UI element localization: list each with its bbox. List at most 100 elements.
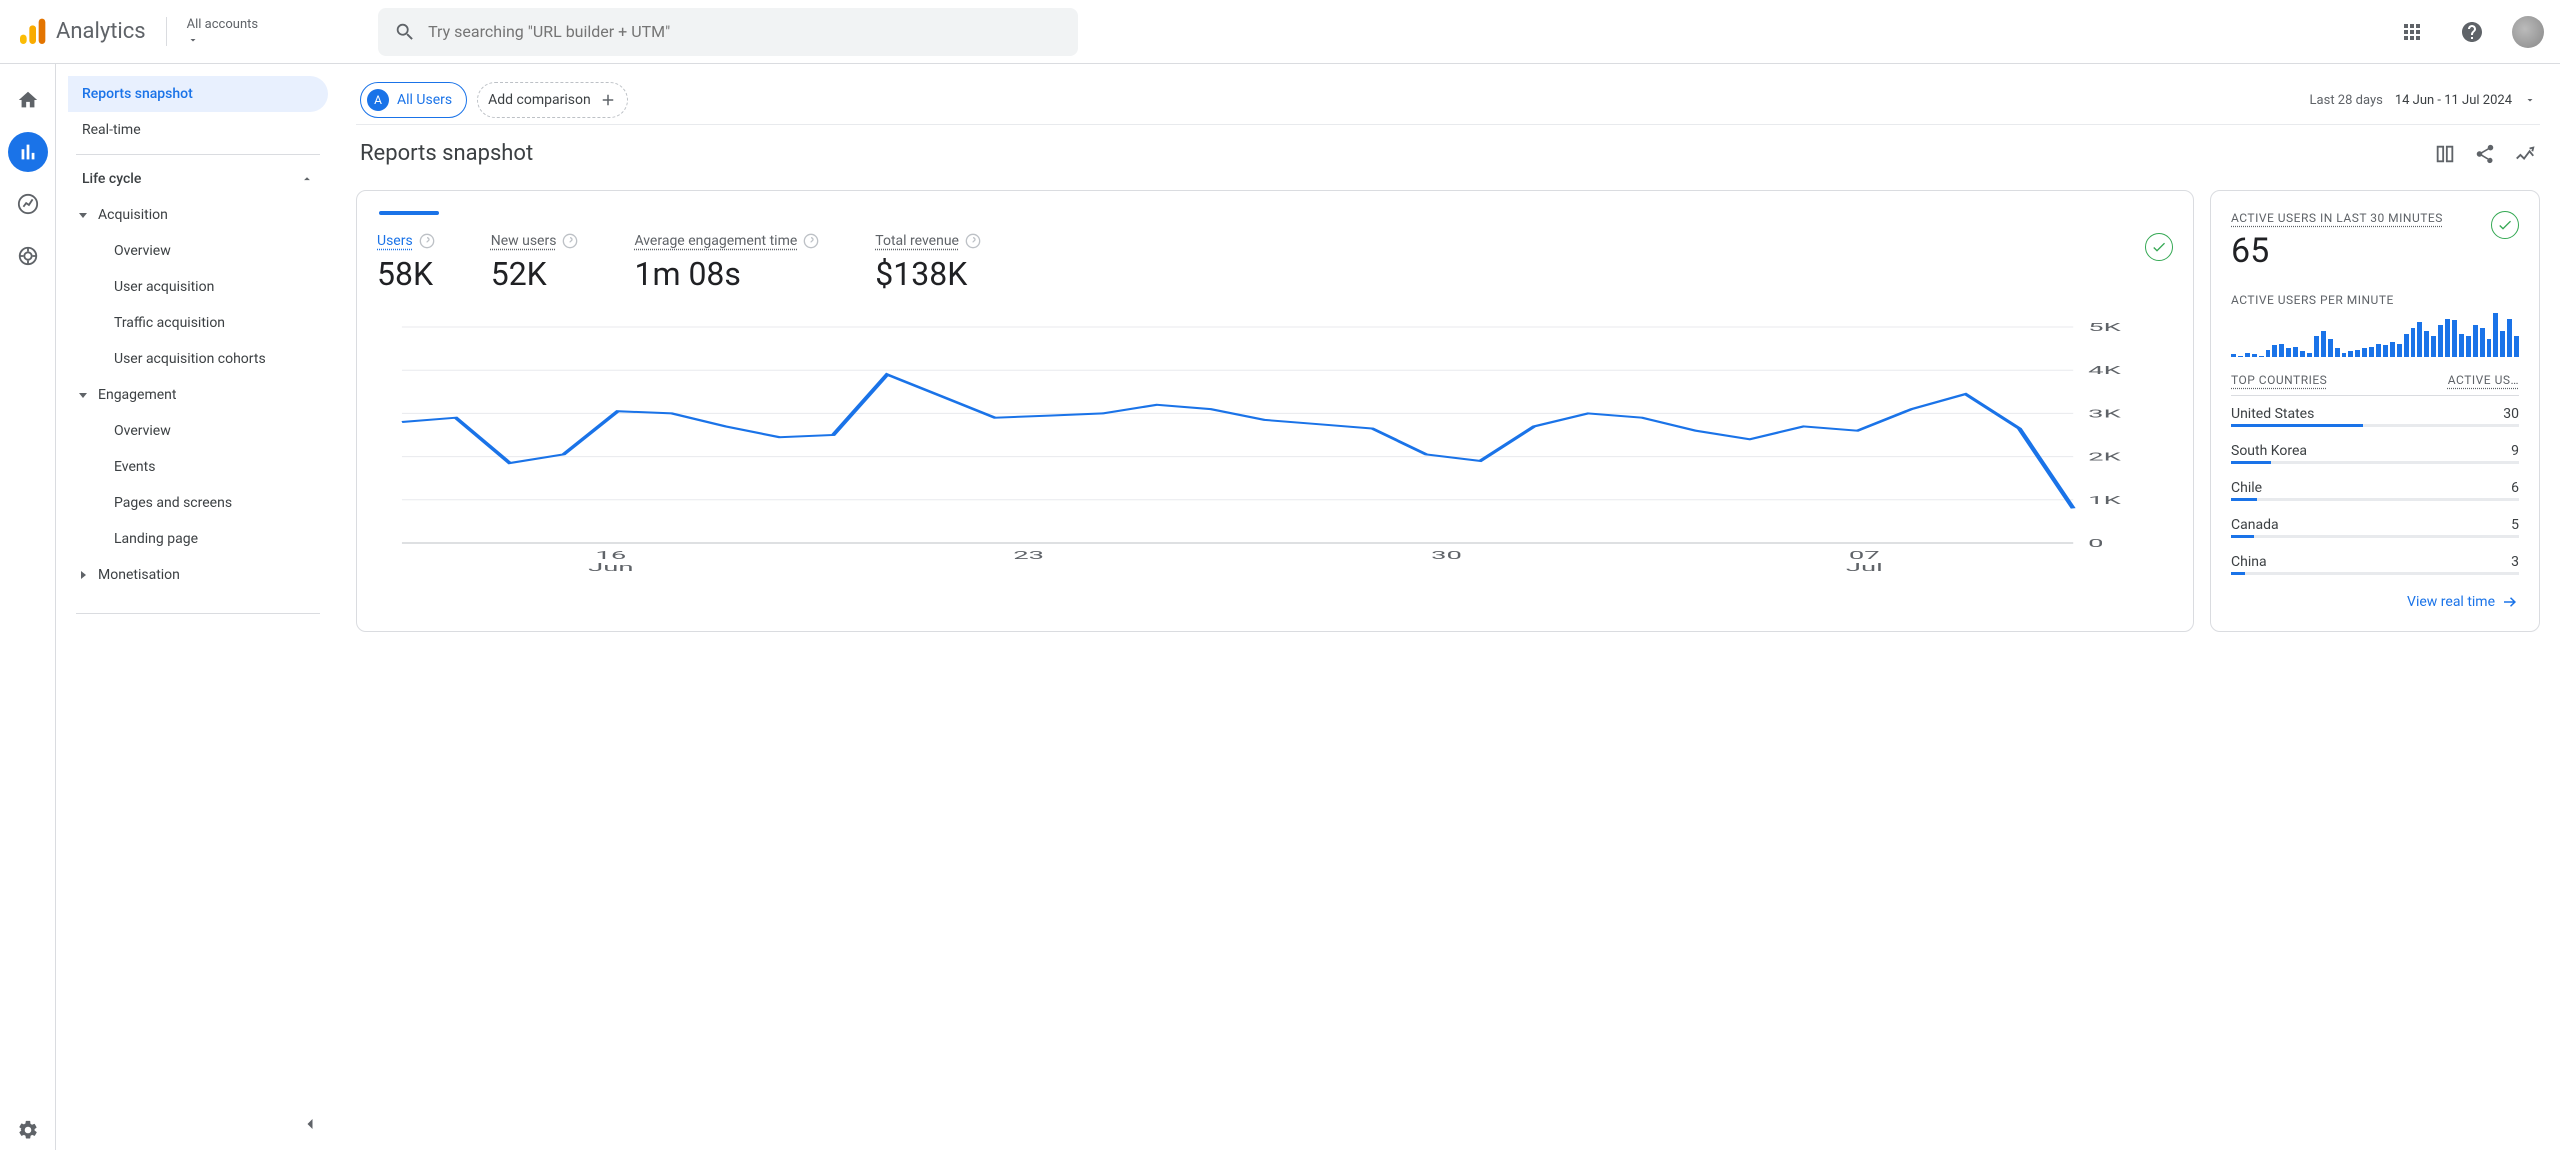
sidebar-eng-events[interactable]: Events <box>68 449 328 485</box>
country-row[interactable]: South Korea 9 <box>2231 433 2519 461</box>
add-comparison-chip[interactable]: Add comparison <box>477 82 628 118</box>
sidebar-acq-overview[interactable]: Overview <box>68 233 328 269</box>
rt-bar <box>2452 320 2457 357</box>
metric-new-users-value: 52K <box>491 255 579 293</box>
apps-button[interactable] <box>2392 12 2432 52</box>
app-header: Analytics All accounts <box>0 0 2560 64</box>
overview-card: Users 58K New users 52K <box>356 190 2194 632</box>
sidebar: Reports snapshot Real-time Life cycle Ac… <box>56 64 336 1150</box>
metric-avg-engagement-value: 1m 08s <box>634 255 819 293</box>
plus-icon <box>599 91 617 109</box>
sidebar-acq-user-acquisition-cohorts[interactable]: User acquisition cohorts <box>68 341 328 377</box>
sidebar-life-cycle-group[interactable]: Life cycle <box>68 161 328 197</box>
triangle-right-icon <box>78 570 88 580</box>
sidebar-life-cycle-label: Life cycle <box>82 171 141 187</box>
rt-per-minute-label: ACTIVE USERS PER MINUTE <box>2231 293 2519 307</box>
main-content: A All Users Add comparison Last 28 days … <box>336 64 2560 1150</box>
product-name: Analytics <box>56 19 146 44</box>
rail-explore[interactable] <box>8 184 48 224</box>
share-icon[interactable] <box>2474 143 2496 165</box>
rt-bar <box>2348 351 2353 357</box>
rt-bar <box>2480 328 2485 357</box>
search-input[interactable] <box>428 22 1062 41</box>
svg-text:3K: 3K <box>2088 408 2122 421</box>
rt-bar <box>2417 322 2422 357</box>
sidebar-collapse-button[interactable] <box>300 1114 320 1138</box>
country-row[interactable]: China3 <box>2231 544 2519 572</box>
chevron-down-icon <box>2524 94 2536 106</box>
logo[interactable]: Analytics <box>16 16 146 48</box>
sidebar-monetisation-label: Monetisation <box>98 567 180 583</box>
rt-bar <box>2493 313 2498 357</box>
sidebar-monetisation-group[interactable]: Monetisation <box>68 557 328 593</box>
trend-icon <box>17 193 39 215</box>
rt-bar <box>2390 342 2395 357</box>
metric-users[interactable]: Users 58K <box>377 233 435 293</box>
analytics-logo-icon <box>16 16 48 48</box>
country-row[interactable]: Chile6 <box>2231 470 2519 498</box>
rt-data-quality-badge[interactable] <box>2491 211 2519 239</box>
sidebar-acq-traffic-acquisition[interactable]: Traffic acquisition <box>68 305 328 341</box>
country-name: United States <box>2231 406 2314 422</box>
metric-new-users[interactable]: New users 52K <box>491 233 579 293</box>
sidebar-eng-overview[interactable]: Overview <box>68 413 328 449</box>
sidebar-acquisition-group[interactable]: Acquisition <box>68 197 328 233</box>
gear-icon <box>17 1119 39 1141</box>
arrow-right-icon <box>2501 593 2519 611</box>
rail-ads[interactable] <box>8 236 48 276</box>
view-realtime-label: View real time <box>2407 594 2495 610</box>
svg-text:07: 07 <box>1849 550 1880 563</box>
sidebar-reports-snapshot[interactable]: Reports snapshot <box>68 76 328 112</box>
rt-countries-col-left: TOP COUNTRIES <box>2231 373 2327 387</box>
svg-text:30: 30 <box>1431 550 1462 563</box>
rt-bar <box>2369 347 2374 357</box>
metric-new-users-label: New users <box>491 233 557 249</box>
sidebar-acquisition-label: Acquisition <box>98 207 168 223</box>
country-name: Canada <box>2231 517 2279 533</box>
rt-bar <box>2238 356 2243 357</box>
sidebar-eng-pages-screens[interactable]: Pages and screens <box>68 485 328 521</box>
view-realtime-link[interactable]: View real time <box>2231 581 2519 611</box>
metric-total-revenue[interactable]: Total revenue $138K <box>875 233 981 293</box>
country-name: China <box>2231 554 2267 570</box>
help-icon[interactable] <box>965 233 981 249</box>
rail-settings[interactable] <box>8 1110 48 1150</box>
target-icon <box>17 245 39 267</box>
country-value: 9 <box>2511 443 2519 459</box>
country-progress <box>2231 461 2519 464</box>
rt-bar <box>2500 331 2505 357</box>
help-icon[interactable] <box>803 233 819 249</box>
sidebar-engagement-label: Engagement <box>98 387 176 403</box>
help-button[interactable] <box>2452 12 2492 52</box>
rt-bar <box>2383 345 2388 357</box>
country-name: South Korea <box>2231 443 2307 459</box>
country-row[interactable]: United States30 <box>2231 396 2519 424</box>
rt-bar <box>2300 351 2305 357</box>
date-range-picker[interactable]: Last 28 days 14 Jun - 11 Jul 2024 <box>2310 93 2536 108</box>
country-progress <box>2231 535 2519 538</box>
data-quality-badge[interactable] <box>2145 233 2173 261</box>
all-users-chip[interactable]: A All Users <box>360 82 467 118</box>
svg-text:2K: 2K <box>2088 451 2122 464</box>
sidebar-engagement-group[interactable]: Engagement <box>68 377 328 413</box>
sidebar-realtime[interactable]: Real-time <box>68 112 328 148</box>
country-progress <box>2231 572 2519 575</box>
rail-home[interactable] <box>8 80 48 120</box>
rt-bar <box>2231 354 2236 357</box>
user-avatar[interactable] <box>2512 16 2544 48</box>
account-selector[interactable]: All accounts <box>166 17 258 46</box>
sidebar-eng-landing-page[interactable]: Landing page <box>68 521 328 557</box>
active-metric-indicator <box>379 211 439 215</box>
metric-avg-engagement[interactable]: Average engagement time 1m 08s <box>634 233 819 293</box>
search-box[interactable] <box>378 8 1078 56</box>
rt-bar <box>2507 319 2512 357</box>
help-icon[interactable] <box>562 233 578 249</box>
compare-icon[interactable] <box>2434 143 2456 165</box>
sidebar-acq-user-acquisition[interactable]: User acquisition <box>68 269 328 305</box>
svg-text:23: 23 <box>1013 550 1044 563</box>
insights-icon[interactable] <box>2514 143 2536 165</box>
rt-bar <box>2487 339 2492 357</box>
rail-reports[interactable] <box>8 132 48 172</box>
country-row[interactable]: Canada5 <box>2231 507 2519 535</box>
help-icon[interactable] <box>419 233 435 249</box>
